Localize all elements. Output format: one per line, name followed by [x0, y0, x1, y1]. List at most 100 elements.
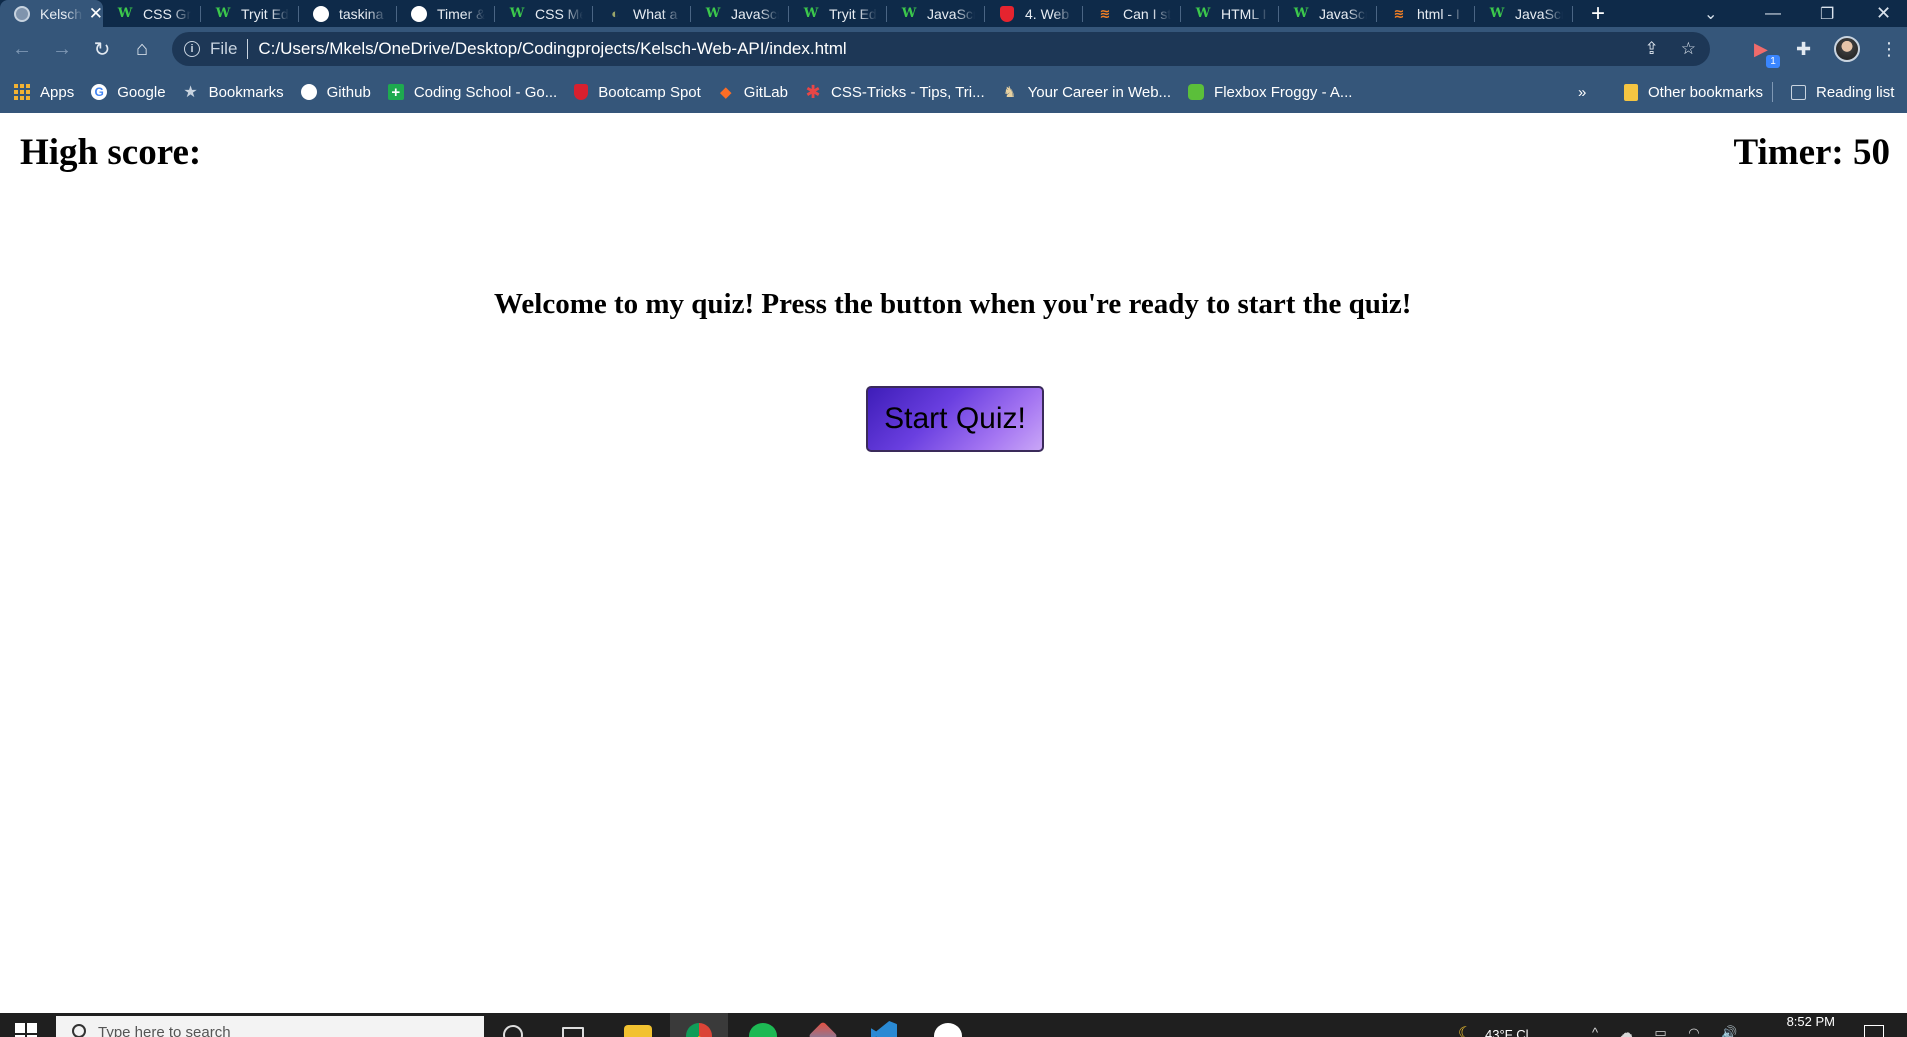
tab-title: Tryit Ed: [241, 5, 289, 22]
bookmark-label: Flexbox Froggy - A...: [1214, 83, 1353, 101]
taskbar-search-input[interactable]: Type here to search: [56, 1016, 484, 1037]
file-explorer-icon[interactable]: [624, 1025, 652, 1037]
tab-can-i[interactable]: ≋ Can I st: [1083, 0, 1181, 27]
reload-icon[interactable]: ↻: [82, 27, 122, 71]
forward-arrow-icon[interactable]: →: [42, 27, 82, 71]
owl-icon: ♞: [1002, 84, 1017, 101]
tab-search-icon[interactable]: ⌄: [1704, 0, 1717, 27]
tab-title: taskina: [339, 5, 384, 22]
w3schools-icon: W: [117, 6, 133, 21]
tab-timer[interactable]: Timer &: [397, 0, 495, 27]
w3schools-icon: W: [901, 6, 917, 21]
bookmark-css-tricks[interactable]: ✱ CSS-Tricks - Tips, Tri...: [798, 78, 992, 106]
notification-icon[interactable]: [1864, 1025, 1884, 1037]
tab-css-media[interactable]: W CSS Me: [495, 0, 593, 27]
tab-javascript-4[interactable]: W JavaScr: [1475, 0, 1573, 27]
vscode-icon[interactable]: [871, 1021, 897, 1037]
new-tab-button[interactable]: +: [1591, 0, 1605, 27]
github-icon: [300, 84, 317, 100]
tab-title: html - I: [1417, 5, 1460, 22]
tab-tryit-editor[interactable]: W Tryit Ed: [201, 0, 299, 27]
bootcamp-icon: [574, 84, 589, 100]
bookmark-coding-school[interactable]: + Coding School - Go...: [381, 78, 564, 106]
browser-toolbar: ← → ↻ ⌂ i File C:/Users/Mkels/OneDrive/D…: [0, 27, 1907, 71]
google-icon: G: [91, 84, 108, 100]
close-icon[interactable]: ✕: [89, 4, 103, 24]
bookmarks-overflow-button[interactable]: »: [1578, 71, 1586, 113]
extension-badge: 1: [1766, 55, 1780, 68]
reading-list-button[interactable]: Reading list: [1784, 71, 1904, 113]
tab-taskina[interactable]: taskina: [299, 0, 397, 27]
task-view-icon[interactable]: [562, 1027, 584, 1037]
cortana-icon[interactable]: [503, 1025, 523, 1037]
bookmark-bookmarks[interactable]: ★ Bookmarks: [176, 78, 291, 106]
bookmarks-bar: Apps G Google ★ Bookmarks Github + Codin…: [0, 71, 1907, 113]
home-icon[interactable]: ⌂: [122, 27, 162, 71]
puzzle-extensions-icon[interactable]: ✚: [1796, 27, 1811, 71]
tab-what-a[interactable]: ◐ What a: [593, 0, 691, 27]
high-score-link[interactable]: High score:: [20, 131, 201, 174]
address-divider: [247, 39, 249, 59]
tab-title: JavaScr: [1515, 5, 1563, 22]
bookmark-gitlab[interactable]: ◆ GitLab: [711, 78, 795, 106]
tab-html[interactable]: W HTML I: [1181, 0, 1279, 27]
tab-css-grid[interactable]: W CSS Gr: [103, 0, 201, 27]
w3schools-icon: W: [1489, 6, 1505, 21]
start-quiz-button[interactable]: Start Quiz!: [866, 386, 1044, 452]
tab-html-so[interactable]: ≋ html - I: [1377, 0, 1475, 27]
spotify-icon[interactable]: [749, 1023, 777, 1037]
git-tool-icon[interactable]: [808, 1021, 838, 1037]
share-icon[interactable]: ⇪: [1645, 39, 1659, 59]
bookmark-label: Coding School - Go...: [413, 83, 558, 101]
bookmark-label: Google: [117, 83, 166, 101]
w3schools-icon: W: [803, 6, 819, 21]
bookmark-your-career[interactable]: ♞ Your Career in Web...: [995, 78, 1178, 106]
bookmark-star-icon[interactable]: ☆: [1681, 39, 1696, 59]
minimize-icon[interactable]: —: [1765, 0, 1781, 27]
other-bookmarks-button[interactable]: Other bookmarks: [1617, 71, 1773, 113]
weather-text[interactable]: 43°F Cl: [1485, 1027, 1529, 1037]
slack-icon[interactable]: [934, 1023, 962, 1037]
file-scheme-label: File: [210, 39, 238, 58]
tab-javascript-1[interactable]: W JavaScr: [691, 0, 789, 27]
clock-time[interactable]: 8:52 PM: [1787, 1014, 1835, 1029]
info-icon[interactable]: i: [184, 41, 200, 57]
frog-icon: [1188, 84, 1205, 100]
gitlab-icon: ◆: [720, 84, 732, 101]
menu-dots-icon[interactable]: ⋮: [1880, 27, 1898, 71]
url-text[interactable]: C:/Users/Mkels/OneDrive/Desktop/Codingpr…: [258, 39, 846, 59]
tab-title: JavaScr: [1319, 5, 1367, 22]
w3schools-icon: W: [1195, 6, 1211, 21]
windows-start-icon[interactable]: [15, 1023, 37, 1037]
apps-grid-icon: [14, 84, 30, 100]
search-icon: [72, 1024, 86, 1037]
snail-icon: ◐: [611, 6, 619, 21]
restore-icon[interactable]: ❐: [1820, 0, 1834, 27]
w3schools-icon: W: [215, 6, 231, 21]
tab-4-web[interactable]: 4. Web: [985, 0, 1083, 27]
tab-tryit-editor-2[interactable]: W Tryit Ed: [789, 0, 887, 27]
tab-title: Can I st: [1123, 5, 1171, 22]
tab-title: JavaScr: [731, 5, 779, 22]
bookmark-apps[interactable]: Apps: [7, 78, 81, 106]
tab-title: 4. Web: [1025, 5, 1070, 22]
bookmark-google[interactable]: G Google: [84, 78, 172, 106]
system-tray-icons[interactable]: ^ ☁ ▭ ◠ 🔊: [1592, 1025, 1746, 1037]
tab-javascript-2[interactable]: W JavaScr: [887, 0, 985, 27]
tab-title: CSS Gr: [143, 5, 191, 22]
weather-moon-icon: ☾: [1458, 1025, 1473, 1037]
bookmark-flexbox-froggy[interactable]: Flexbox Froggy - A...: [1181, 78, 1359, 106]
w3schools-icon: W: [509, 6, 525, 21]
reading-list-label: Reading list: [1816, 83, 1895, 101]
back-arrow-icon[interactable]: ←: [2, 27, 42, 71]
address-bar[interactable]: i File C:/Users/Mkels/OneDrive/Desktop/C…: [172, 32, 1710, 66]
bookmark-github[interactable]: Github: [294, 78, 378, 106]
bookmark-bootcamp-spot[interactable]: Bootcamp Spot: [567, 78, 708, 106]
tab-title: Timer &: [437, 5, 485, 22]
profile-avatar[interactable]: [1834, 27, 1860, 71]
tab-kelsch[interactable]: Kelsch ✕: [0, 0, 103, 27]
bookmark-label: Bootcamp Spot: [598, 83, 701, 101]
tab-javascript-3[interactable]: W JavaScr: [1279, 0, 1377, 27]
close-window-icon[interactable]: ✕: [1876, 0, 1891, 27]
plus-icon: +: [387, 84, 404, 101]
